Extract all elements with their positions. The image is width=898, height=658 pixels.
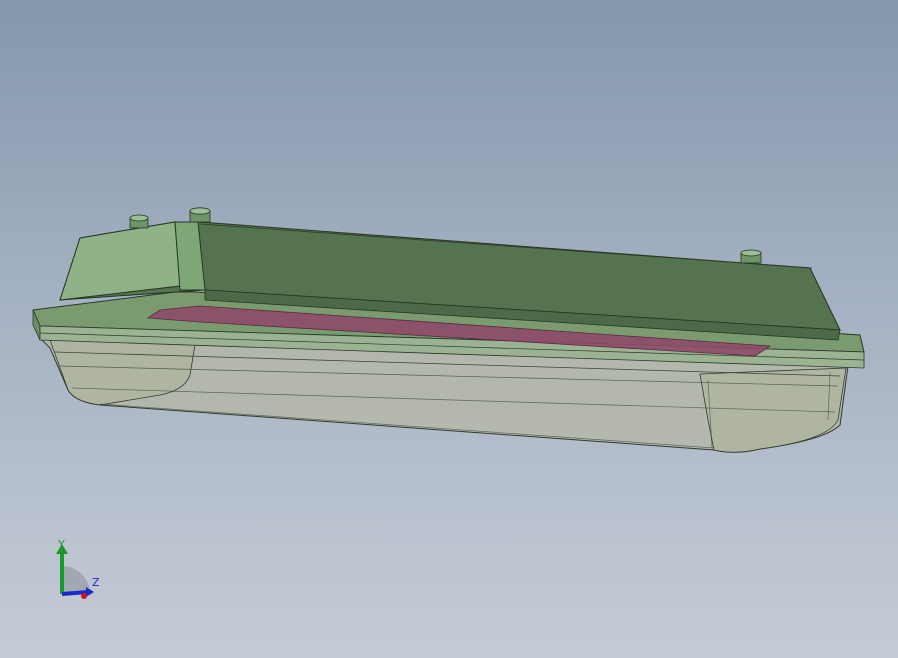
luminaire-model[interactable] <box>0 0 898 658</box>
boss-right <box>740 249 762 264</box>
y-axis-label: Y <box>57 538 65 551</box>
orientation-triad[interactable]: Y Z <box>44 536 114 606</box>
boss-left <box>129 214 149 229</box>
housing-left-face <box>59 221 181 301</box>
boss-middle <box>189 207 211 223</box>
z-axis-label: Z <box>92 576 100 589</box>
cad-viewport[interactable]: Y Z <box>0 0 898 658</box>
x-axis-dot <box>81 593 87 599</box>
triad-sphere <box>62 566 90 594</box>
